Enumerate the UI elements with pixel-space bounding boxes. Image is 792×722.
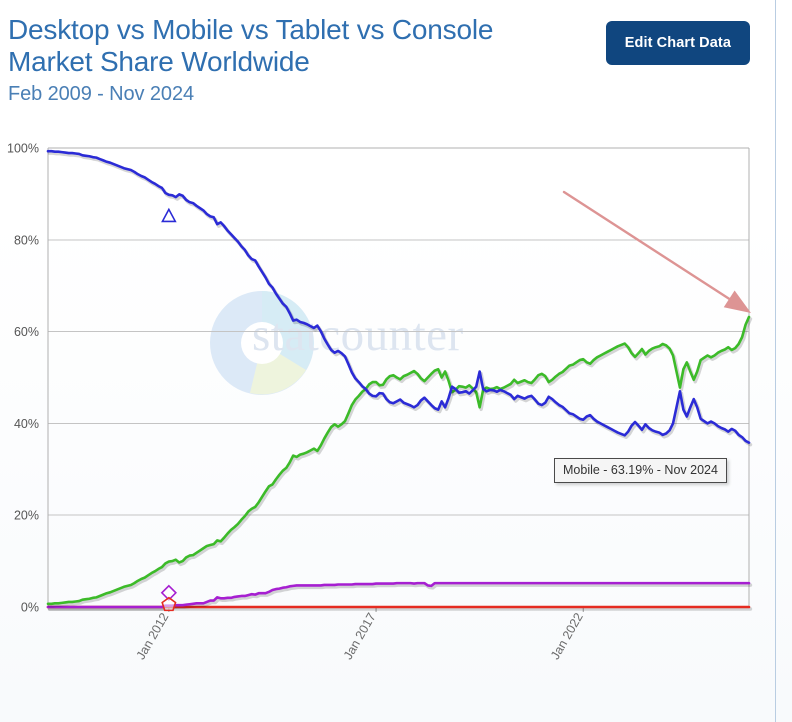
y-axis-tick-labels: 0% 20% 40% 60% 80% 100% bbox=[7, 142, 39, 615]
y-axis-tick-label: 40% bbox=[14, 417, 39, 431]
watermark-label: statcounter bbox=[252, 309, 464, 361]
x-axis-tick-label: Jan 2017 bbox=[341, 610, 379, 662]
series-line-shadow-tablet bbox=[47, 583, 753, 611]
page-subtitle: Feb 2009 - Nov 2024 bbox=[8, 83, 195, 106]
series-line-desktop[interactable] bbox=[46, 149, 751, 444]
market-share-line-chart[interactable]: statcounter 0%20%40%60%80%100% Jan 2012 J… bbox=[0, 135, 775, 722]
annotation-arrow-shaft bbox=[562, 190, 734, 303]
series-point-markers bbox=[160, 207, 177, 612]
chart-tooltip: Mobile - 63.19% - Nov 2024 bbox=[554, 458, 727, 483]
chart-header: Desktop vs Mobile vs Tablet vs Console M… bbox=[0, 0, 775, 135]
y-axis-tick-label: 60% bbox=[14, 325, 39, 339]
x-axis-tick-label: Jan 2012 bbox=[134, 610, 172, 662]
edit-chart-data-button[interactable]: Edit Chart Data bbox=[605, 21, 750, 65]
data-series-group[interactable] bbox=[46, 149, 753, 611]
y-axis-tick-label: 80% bbox=[14, 233, 39, 247]
title-block: Desktop vs Mobile vs Tablet vs Console M… bbox=[8, 14, 568, 106]
page-title: Desktop vs Mobile vs Tablet vs Console M… bbox=[8, 14, 494, 77]
chart-region: statcounter 0% 20% 40% 60% 80% 100% Jan 2012 J… bbox=[0, 135, 775, 722]
y-axis-tick-label: 20% bbox=[14, 509, 39, 523]
page-root: Desktop vs Mobile vs Tablet vs Console M… bbox=[0, 0, 792, 722]
y-axis-tick-label: 100% bbox=[7, 142, 39, 156]
x-axis-tick-labels: Jan 2012 Jan 2017 Jan 2022 bbox=[134, 607, 586, 662]
page-right-border bbox=[775, 0, 776, 722]
x-axis-tick-label: Jan 2022 bbox=[548, 610, 586, 662]
point-marker-desktop-triangle bbox=[161, 207, 177, 223]
annotation-arrow-head bbox=[723, 290, 751, 313]
point-marker-console-pentagon bbox=[161, 596, 177, 612]
grid-lines bbox=[48, 239, 749, 608]
trend-arrow-annotation bbox=[562, 190, 751, 313]
y-axis-tick-label: 0% bbox=[21, 601, 39, 615]
